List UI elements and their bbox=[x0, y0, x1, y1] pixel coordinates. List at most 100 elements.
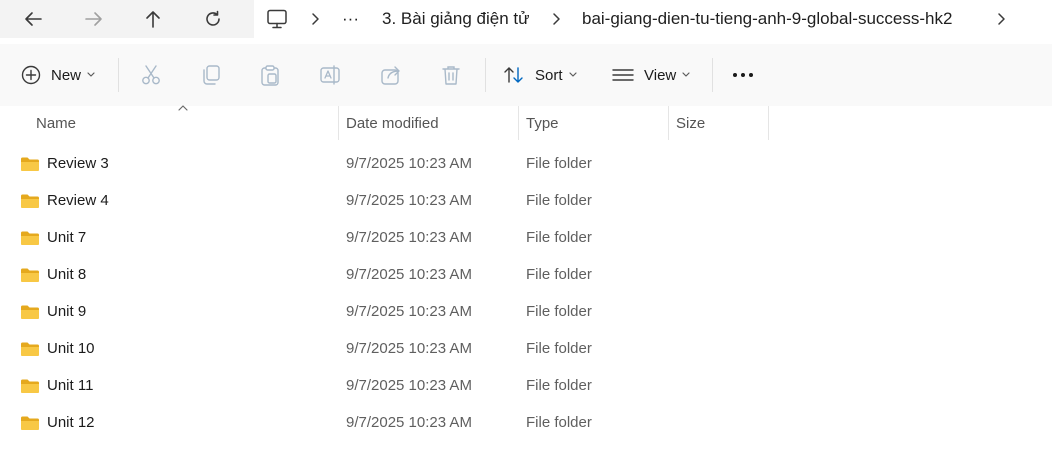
clipboard-icon bbox=[261, 65, 279, 86]
file-type: File folder bbox=[526, 192, 592, 209]
refresh-button[interactable] bbox=[197, 4, 229, 34]
file-name-cell: Unit 10 bbox=[20, 330, 95, 367]
file-date-modified: 9/7/2025 10:23 AM bbox=[346, 155, 472, 172]
column-divider[interactable] bbox=[338, 106, 339, 140]
folder-icon bbox=[21, 157, 39, 171]
view-list-icon bbox=[612, 69, 634, 81]
plus-circle-icon bbox=[21, 65, 41, 85]
file-row[interactable]: Unit 10 9/7/2025 10:23 AM File folder bbox=[0, 330, 1052, 367]
toolbar-divider bbox=[485, 58, 486, 92]
folder-icon bbox=[21, 231, 39, 245]
file-name: Unit 11 bbox=[47, 377, 94, 394]
breadcrumb-chevron[interactable] bbox=[310, 0, 320, 38]
copy-icon bbox=[203, 65, 220, 85]
sort-button[interactable]: Sort bbox=[503, 44, 577, 106]
new-label: New bbox=[51, 66, 82, 84]
file-row[interactable]: Review 4 9/7/2025 10:23 AM File folder bbox=[0, 182, 1052, 219]
sort-icon bbox=[504, 67, 523, 83]
folder-icon bbox=[21, 194, 39, 208]
breadcrumb-overflow: ··· bbox=[342, 9, 359, 28]
folder-icon bbox=[21, 305, 39, 319]
chevron-right-icon bbox=[998, 13, 1005, 25]
up-button[interactable] bbox=[137, 4, 169, 34]
forward-button[interactable] bbox=[78, 4, 110, 34]
rename-icon bbox=[320, 65, 340, 85]
sort-ascending-icon bbox=[178, 105, 188, 111]
column-header-label: Type bbox=[526, 114, 559, 132]
breadcrumb-item[interactable]: bai-giang-dien-tu-tieng-anh-9-global-suc… bbox=[582, 0, 952, 38]
arrow-right-icon bbox=[85, 12, 102, 26]
file-date-modified: 9/7/2025 10:23 AM bbox=[346, 340, 472, 357]
file-row[interactable]: Unit 9 9/7/2025 10:23 AM File folder bbox=[0, 293, 1052, 330]
file-row[interactable]: Unit 8 9/7/2025 10:23 AM File folder bbox=[0, 256, 1052, 293]
breadcrumb-chevron[interactable] bbox=[996, 0, 1006, 38]
file-type: File folder bbox=[526, 229, 592, 246]
file-type: File folder bbox=[526, 155, 592, 172]
column-header-size[interactable]: Size bbox=[676, 106, 705, 140]
file-row[interactable]: Unit 7 9/7/2025 10:23 AM File folder bbox=[0, 219, 1052, 256]
arrow-up-icon bbox=[146, 11, 160, 28]
file-name-cell: Unit 7 bbox=[20, 219, 86, 256]
navigation-bar: ··· 3. Bài giảng điện tử bai-giang-dien-… bbox=[0, 0, 1052, 38]
copy-button[interactable] bbox=[200, 44, 222, 106]
file-name: Review 4 bbox=[47, 192, 109, 209]
this-pc-button[interactable] bbox=[266, 0, 288, 38]
back-button[interactable] bbox=[17, 4, 49, 34]
file-name: Unit 8 bbox=[47, 266, 87, 283]
rename-button[interactable] bbox=[319, 44, 343, 106]
file-type: File folder bbox=[526, 303, 592, 320]
cut-button[interactable] bbox=[140, 44, 162, 106]
file-name: Unit 10 bbox=[47, 340, 95, 357]
chevron-down-icon bbox=[568, 72, 577, 77]
folder-icon bbox=[21, 416, 39, 430]
share-icon bbox=[381, 66, 400, 85]
column-header-label: Name bbox=[36, 114, 77, 132]
chevron-right-icon bbox=[553, 13, 560, 25]
file-name-cell: Unit 9 bbox=[20, 293, 86, 330]
file-type: File folder bbox=[526, 340, 592, 357]
file-date-modified: 9/7/2025 10:23 AM bbox=[346, 414, 472, 431]
this-pc-icon bbox=[267, 9, 287, 29]
folder-icon bbox=[21, 379, 39, 393]
file-row[interactable]: Unit 11 9/7/2025 10:23 AM File folder bbox=[0, 367, 1052, 404]
view-button[interactable]: View bbox=[612, 44, 690, 106]
file-row[interactable]: Unit 12 9/7/2025 10:23 AM File folder bbox=[0, 404, 1052, 441]
more-options-button[interactable] bbox=[732, 44, 754, 106]
new-button[interactable]: New bbox=[21, 44, 95, 106]
file-date-modified: 9/7/2025 10:23 AM bbox=[346, 266, 472, 283]
refresh-icon bbox=[206, 10, 220, 26]
file-date-modified: 9/7/2025 10:23 AM bbox=[346, 303, 472, 320]
column-header-label: Size bbox=[676, 114, 706, 132]
breadcrumb-overflow-button[interactable]: ··· bbox=[342, 0, 359, 38]
column-header-type[interactable]: Type bbox=[526, 106, 559, 140]
file-name: Unit 9 bbox=[47, 303, 87, 320]
command-bar: New Sort View bbox=[0, 44, 1052, 106]
column-divider[interactable] bbox=[768, 106, 769, 140]
file-name-cell: Review 4 bbox=[20, 182, 109, 219]
toolbar-divider bbox=[118, 58, 119, 92]
breadcrumb-item-label: bai-giang-dien-tu-tieng-anh-9-global-suc… bbox=[582, 9, 953, 28]
breadcrumb-item[interactable]: 3. Bài giảng điện tử bbox=[382, 0, 529, 38]
file-date-modified: 9/7/2025 10:23 AM bbox=[346, 229, 472, 246]
column-header-name[interactable]: Name bbox=[36, 106, 76, 140]
paste-button[interactable] bbox=[259, 44, 281, 106]
file-name-cell: Unit 12 bbox=[20, 404, 95, 441]
column-divider[interactable] bbox=[668, 106, 669, 140]
column-header-label: Date modified bbox=[346, 114, 439, 132]
file-name: Unit 12 bbox=[47, 414, 95, 431]
breadcrumb-chevron[interactable] bbox=[551, 0, 561, 38]
file-name-cell: Unit 8 bbox=[20, 256, 86, 293]
delete-button[interactable] bbox=[441, 44, 461, 106]
file-date-modified: 9/7/2025 10:23 AM bbox=[346, 377, 472, 394]
column-header-date-modified[interactable]: Date modified bbox=[346, 106, 439, 140]
file-type: File folder bbox=[526, 266, 592, 283]
chevron-down-icon bbox=[87, 72, 95, 77]
address-bar[interactable]: ··· 3. Bài giảng điện tử bai-giang-dien-… bbox=[254, 0, 1052, 38]
more-icon bbox=[733, 73, 753, 77]
file-row[interactable]: Review 3 9/7/2025 10:23 AM File folder bbox=[0, 145, 1052, 182]
file-name-cell: Review 3 bbox=[20, 145, 109, 182]
file-type: File folder bbox=[526, 414, 592, 431]
file-name-cell: Unit 11 bbox=[20, 367, 93, 404]
share-button[interactable] bbox=[380, 44, 402, 106]
column-divider[interactable] bbox=[518, 106, 519, 140]
